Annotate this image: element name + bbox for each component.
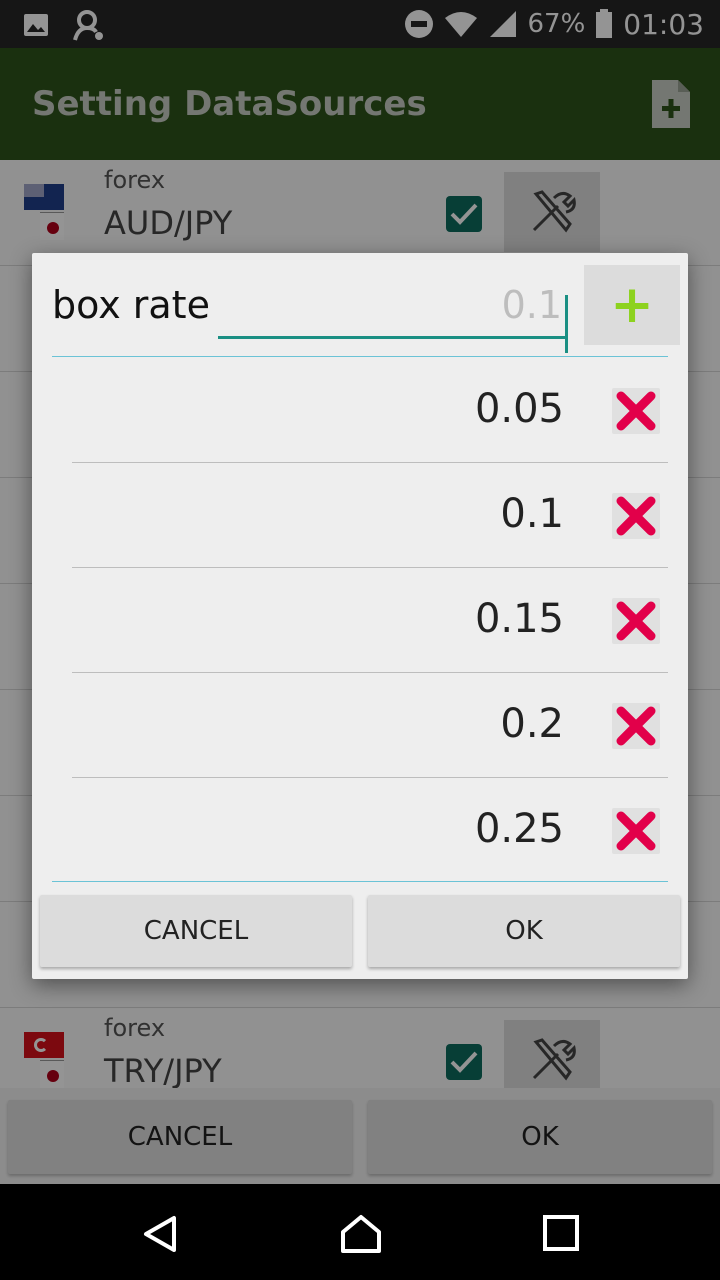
box-rate-input[interactable]: [218, 275, 568, 335]
divider: [52, 881, 668, 882]
value-list: 0.05 0.1 0.15 0.2 0.25: [52, 358, 668, 883]
delete-icon: [616, 706, 656, 746]
delete-button[interactable]: [612, 808, 660, 854]
dialog-ok-button[interactable]: OK: [368, 895, 680, 967]
divider: [52, 356, 668, 357]
plus-icon: +: [610, 275, 654, 335]
navigation-bar: [0, 1184, 720, 1280]
box-rate-label: box rate: [52, 283, 210, 327]
value-label: 0.1: [500, 491, 564, 537]
delete-icon: [616, 496, 656, 536]
value-row: 0.25: [52, 778, 668, 883]
delete-icon: [616, 391, 656, 431]
box-rate-input-wrapper: [218, 275, 568, 353]
dialog-cancel-button[interactable]: CANCEL: [40, 895, 352, 967]
value-label: 0.15: [474, 596, 564, 642]
value-label: 0.05: [474, 386, 564, 432]
recents-icon[interactable]: [542, 1214, 580, 1252]
delete-button[interactable]: [612, 598, 660, 644]
home-icon[interactable]: [340, 1214, 382, 1254]
delete-button[interactable]: [612, 388, 660, 434]
delete-icon: [616, 811, 656, 851]
value-row: 0.2: [52, 673, 668, 778]
delete-button[interactable]: [612, 493, 660, 539]
value-row: 0.15: [52, 568, 668, 673]
value-label: 0.25: [474, 806, 564, 852]
delete-button[interactable]: [612, 703, 660, 749]
delete-icon: [616, 601, 656, 641]
box-rate-dialog: box rate + 0.05 0.1 0.1: [32, 253, 688, 979]
text-cursor: [565, 295, 568, 353]
back-icon[interactable]: [140, 1214, 180, 1254]
value-label: 0.2: [500, 701, 564, 747]
value-row: 0.1: [52, 463, 668, 568]
value-row: 0.05: [52, 358, 668, 463]
add-value-button[interactable]: +: [584, 265, 680, 345]
